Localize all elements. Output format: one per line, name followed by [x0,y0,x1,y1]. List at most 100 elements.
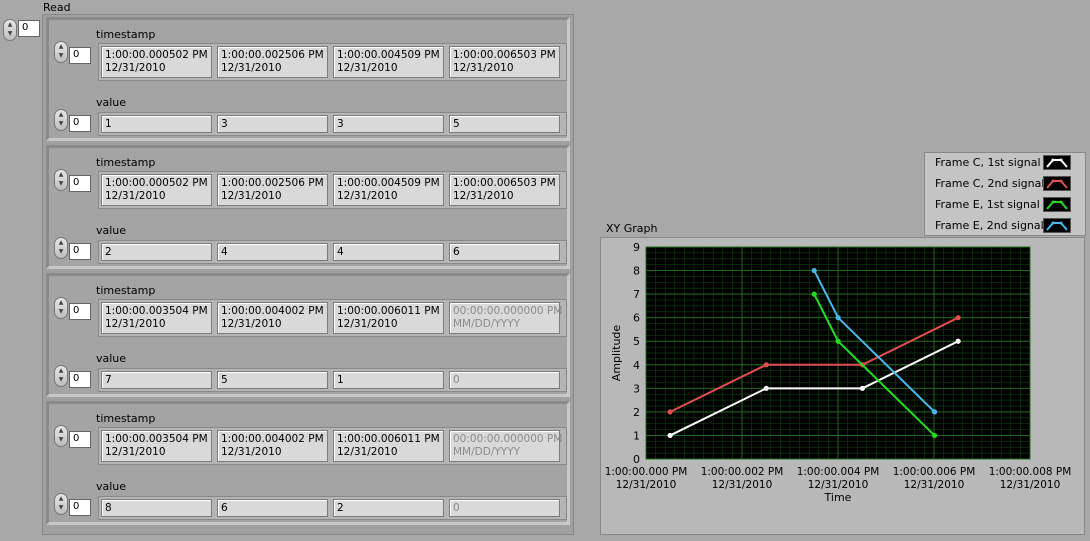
x-tick-label: 12/31/2010 [712,479,773,491]
value-index-spinner[interactable]: ▲ ▼ [54,109,68,131]
timestamp-time: 1:00:00.003504 PM [105,433,208,445]
value-index-input[interactable]: 0 [69,115,91,132]
read-index-input[interactable]: 0 [18,20,40,37]
value-cell[interactable]: 4 [333,243,444,261]
value-cell[interactable]: 4 [217,243,328,261]
value-cell[interactable]: 3 [333,115,444,133]
timestamp-date: MM/DD/YYYY [453,318,521,330]
timestamp-index-spinner[interactable]: ▲ ▼ [54,297,68,319]
timestamp-date: 12/31/2010 [221,62,282,74]
x-tick-label: 1:00:00.000 PM [605,466,688,478]
series-point [667,432,673,439]
x-tick-label: 1:00:00.002 PM [701,466,784,478]
timestamp-time: 1:00:00.006503 PM [453,49,556,61]
x-tick-label: 12/31/2010 [1000,479,1061,491]
value-cell[interactable]: 5 [449,115,560,133]
value-label: value [96,352,127,365]
timestamp-date: 12/31/2010 [337,62,398,74]
legend-swatch[interactable] [1043,197,1071,212]
timestamp-cell[interactable]: 1:00:00.006011 PM 12/31/2010 [333,430,444,462]
timestamp-cell[interactable]: 1:00:00.006503 PM 12/31/2010 [449,174,560,206]
timestamp-time: 1:00:00.000502 PM [105,177,208,189]
series-point [763,362,769,368]
x-axis-title: Time [824,491,852,504]
x-tick-label: 12/31/2010 [904,479,965,491]
timestamp-time: 1:00:00.004002 PM [221,305,324,317]
timestamp-date: 12/31/2010 [221,190,282,202]
series-point [811,267,817,274]
timestamp-cell[interactable]: 1:00:00.000502 PM 12/31/2010 [101,46,212,78]
timestamp-index-input[interactable]: 0 [69,47,91,64]
timestamp-time: 1:00:00.002506 PM [221,177,324,189]
xy-graph[interactable]: 01234567891:00:00.000 PM12/31/20101:00:0… [600,237,1085,535]
timestamp-date: 12/31/2010 [453,190,514,202]
value-cell[interactable]: 7 [101,371,212,389]
timestamp-cell[interactable]: 1:00:00.004002 PM 12/31/2010 [217,302,328,334]
y-tick-label: 9 [633,241,640,254]
legend-entry-label: Frame E, 1st signal [935,198,1040,211]
value-cell[interactable]: 8 [101,499,212,517]
timestamp-index-input[interactable]: 0 [69,431,91,448]
y-tick-label: 1 [633,429,640,442]
value-cell[interactable]: 3 [217,115,328,133]
read-index-spinner[interactable]: ▲ ▼ [3,19,17,41]
timestamp-label: timestamp [96,412,156,425]
legend-entry-label: Frame C, 1st signal [935,156,1041,169]
value-cell[interactable]: 0 [449,499,560,517]
value-index-input[interactable]: 0 [69,243,91,260]
timestamp-cell[interactable]: 1:00:00.003504 PM 12/31/2010 [101,302,212,334]
value-cell[interactable]: 2 [333,499,444,517]
timestamp-date: 12/31/2010 [221,318,282,330]
timestamp-cell[interactable]: 1:00:00.002506 PM 12/31/2010 [217,174,328,206]
timestamp-index-input[interactable]: 0 [69,303,91,320]
timestamp-cell[interactable]: 00:00:00.000000 PM MM/DD/YYYY [449,302,562,334]
timestamp-label: timestamp [96,156,156,169]
timestamp-cell[interactable]: 1:00:00.002506 PM 12/31/2010 [217,46,328,78]
value-index-input[interactable]: 0 [69,499,91,516]
timestamp-cell[interactable]: 1:00:00.004002 PM 12/31/2010 [217,430,328,462]
timestamp-date: 12/31/2010 [337,446,398,458]
value-label: value [96,480,127,493]
timestamp-cell[interactable]: 1:00:00.004509 PM 12/31/2010 [333,46,444,78]
timestamp-cell[interactable]: 1:00:00.006503 PM 12/31/2010 [449,46,560,78]
graph-title: XY Graph [606,222,658,235]
value-cell[interactable]: 6 [217,499,328,517]
legend-swatch[interactable] [1043,218,1071,233]
value-cell[interactable]: 6 [449,243,560,261]
series-point [931,409,938,415]
value-index-input[interactable]: 0 [69,371,91,388]
timestamp-cell[interactable]: 00:00:00.000000 PM MM/DD/YYYY [449,430,562,462]
series-point [835,315,841,321]
timestamp-index-spinner[interactable]: ▲ ▼ [54,169,68,191]
value-cell[interactable]: 1 [101,115,212,133]
y-tick-label: 5 [633,335,640,348]
value-label: value [96,96,127,109]
timestamp-cell[interactable]: 1:00:00.004509 PM 12/31/2010 [333,174,444,206]
value-label: value [96,224,127,237]
legend-swatch[interactable] [1043,155,1071,170]
x-tick-label: 1:00:00.008 PM [989,466,1072,478]
timestamp-date: 12/31/2010 [337,190,398,202]
value-cell[interactable]: 0 [449,371,560,389]
timestamp-index-input[interactable]: 0 [69,175,91,192]
legend-swatch[interactable] [1043,176,1071,191]
timestamp-date: 12/31/2010 [105,62,166,74]
value-index-spinner[interactable]: ▲ ▼ [54,493,68,515]
timestamp-date: 12/31/2010 [221,446,282,458]
value-cell[interactable]: 2 [101,243,212,261]
timestamp-index-spinner[interactable]: ▲ ▼ [54,41,68,63]
value-index-spinner[interactable]: ▲ ▼ [54,237,68,259]
series-point [955,315,961,321]
timestamp-index-spinner[interactable]: ▲ ▼ [54,425,68,447]
read-label: Read [43,1,71,14]
series-point [835,338,841,344]
timestamp-cell[interactable]: 1:00:00.006011 PM 12/31/2010 [333,302,444,334]
value-cell[interactable]: 1 [333,371,444,389]
value-index-spinner[interactable]: ▲ ▼ [54,365,68,387]
timestamp-cell[interactable]: 1:00:00.000502 PM 12/31/2010 [101,174,212,206]
timestamp-time: 1:00:00.002506 PM [221,49,324,61]
timestamp-label: timestamp [96,284,156,297]
timestamp-cell[interactable]: 1:00:00.003504 PM 12/31/2010 [101,430,212,462]
timestamp-time: 1:00:00.006011 PM [337,305,440,317]
value-cell[interactable]: 5 [217,371,328,389]
